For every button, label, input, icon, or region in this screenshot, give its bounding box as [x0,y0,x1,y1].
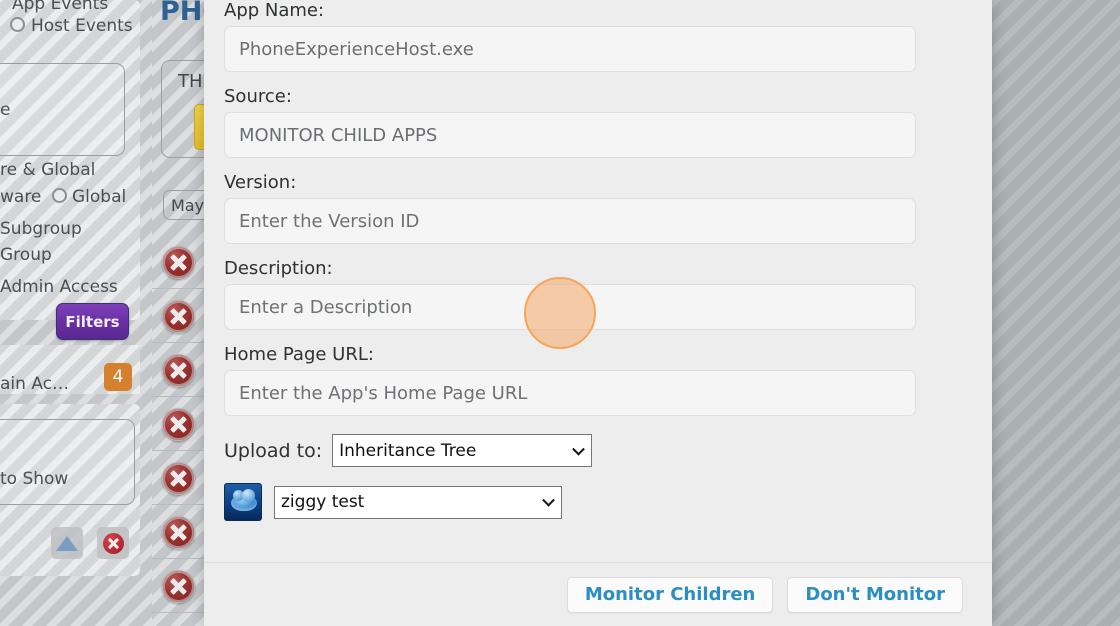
left-text-host-events: Host Events [31,16,133,36]
delete-x-icon[interactable] [161,569,195,603]
tree-select-row: ziggy test [224,483,972,521]
tree-select[interactable]: ziggy test [274,485,562,519]
left-text-e: e [0,100,11,120]
radio-global[interactable] [52,188,67,203]
table-row[interactable] [152,398,204,451]
cloud-icon [224,483,262,521]
upload-to-row: Upload to: Inheritance Tree [224,434,972,467]
field-description: Description: Enter a Description [224,258,972,330]
screen-root: App Events Host Events e re & Global war… [0,0,1120,626]
delete-x-icon[interactable] [161,353,195,387]
left-text-subgroup: Subgroup [0,219,82,239]
version-input[interactable]: Enter the Version ID [224,198,916,244]
table-row[interactable] [152,560,204,613]
filters-button[interactable]: Filters [56,303,129,340]
label-description: Description: [224,258,333,279]
count-badge: 4 [104,363,132,391]
left-text-global: Global [72,187,127,207]
background-mid-column: PHO TH May [152,0,225,626]
label-version: Version: [224,172,297,193]
dont-monitor-button[interactable]: Don't Monitor [787,576,963,613]
label-app-name: App Name: [224,0,325,21]
source-input[interactable]: MONITOR CHILD APPS [224,112,916,158]
move-up-button[interactable] [51,527,83,559]
dialog-footer: Monitor Children Don't Monitor [204,562,992,626]
mid-card-label: TH [178,71,203,92]
left-text-admin-access: Admin Access [0,277,118,297]
left-text-group: Group [0,245,52,265]
delete-x-icon[interactable] [161,299,195,333]
background-left-panel: App Events Host Events e re & Global war… [0,0,152,626]
delete-x-icon[interactable] [161,407,195,441]
table-row[interactable] [152,344,204,397]
table-row[interactable] [152,506,204,559]
field-source: Source: MONITOR CHILD APPS [224,86,972,158]
table-row[interactable] [152,236,204,289]
upload-to-select-wrap[interactable]: Inheritance Tree [332,434,593,467]
description-input[interactable]: Enter a Description [224,284,916,330]
monitor-children-button[interactable]: Monitor Children [566,576,774,613]
table-row[interactable] [152,290,204,343]
field-app-name: App Name: PhoneExperienceHost.exe [224,0,972,72]
upload-to-select[interactable]: Inheritance Tree [332,434,593,467]
delete-x-icon[interactable] [161,461,195,495]
left-listbox-bottom[interactable] [0,419,135,505]
app-name-input[interactable]: PhoneExperienceHost.exe [224,26,916,72]
label-upload-to: Upload to: [224,439,323,462]
label-home-page-url: Home Page URL: [224,344,374,365]
dialog-body: App Name: PhoneExperienceHost.exe Source… [204,0,992,562]
label-source: Source: [224,86,292,107]
left-text-to-show: to Show [0,469,69,489]
field-version: Version: Enter the Version ID [224,172,972,244]
left-text-share-global: re & Global [0,160,96,180]
left-text-software: ware [0,187,42,207]
tree-select-wrap[interactable]: ziggy test [274,485,562,519]
disabled-overlay-right [992,0,1120,626]
remove-button[interactable] [97,527,129,559]
close-circle-icon [102,532,124,554]
radio-host-events[interactable] [10,17,25,32]
left-listbox-top[interactable] [0,63,125,156]
home-page-url-input[interactable]: Enter the App's Home Page URL [224,370,916,416]
delete-x-icon[interactable] [161,515,195,549]
left-text-app-events: App Events [12,0,109,14]
table-row[interactable] [152,452,204,505]
monitor-app-dialog: App Name: PhoneExperienceHost.exe Source… [204,0,992,626]
left-text-main-access: ain Ac… [0,374,69,394]
delete-x-icon[interactable] [161,245,195,279]
cloud-glyph [231,489,257,511]
field-home-page-url: Home Page URL: Enter the App's Home Page… [224,344,972,416]
triangle-up-icon [56,535,78,551]
